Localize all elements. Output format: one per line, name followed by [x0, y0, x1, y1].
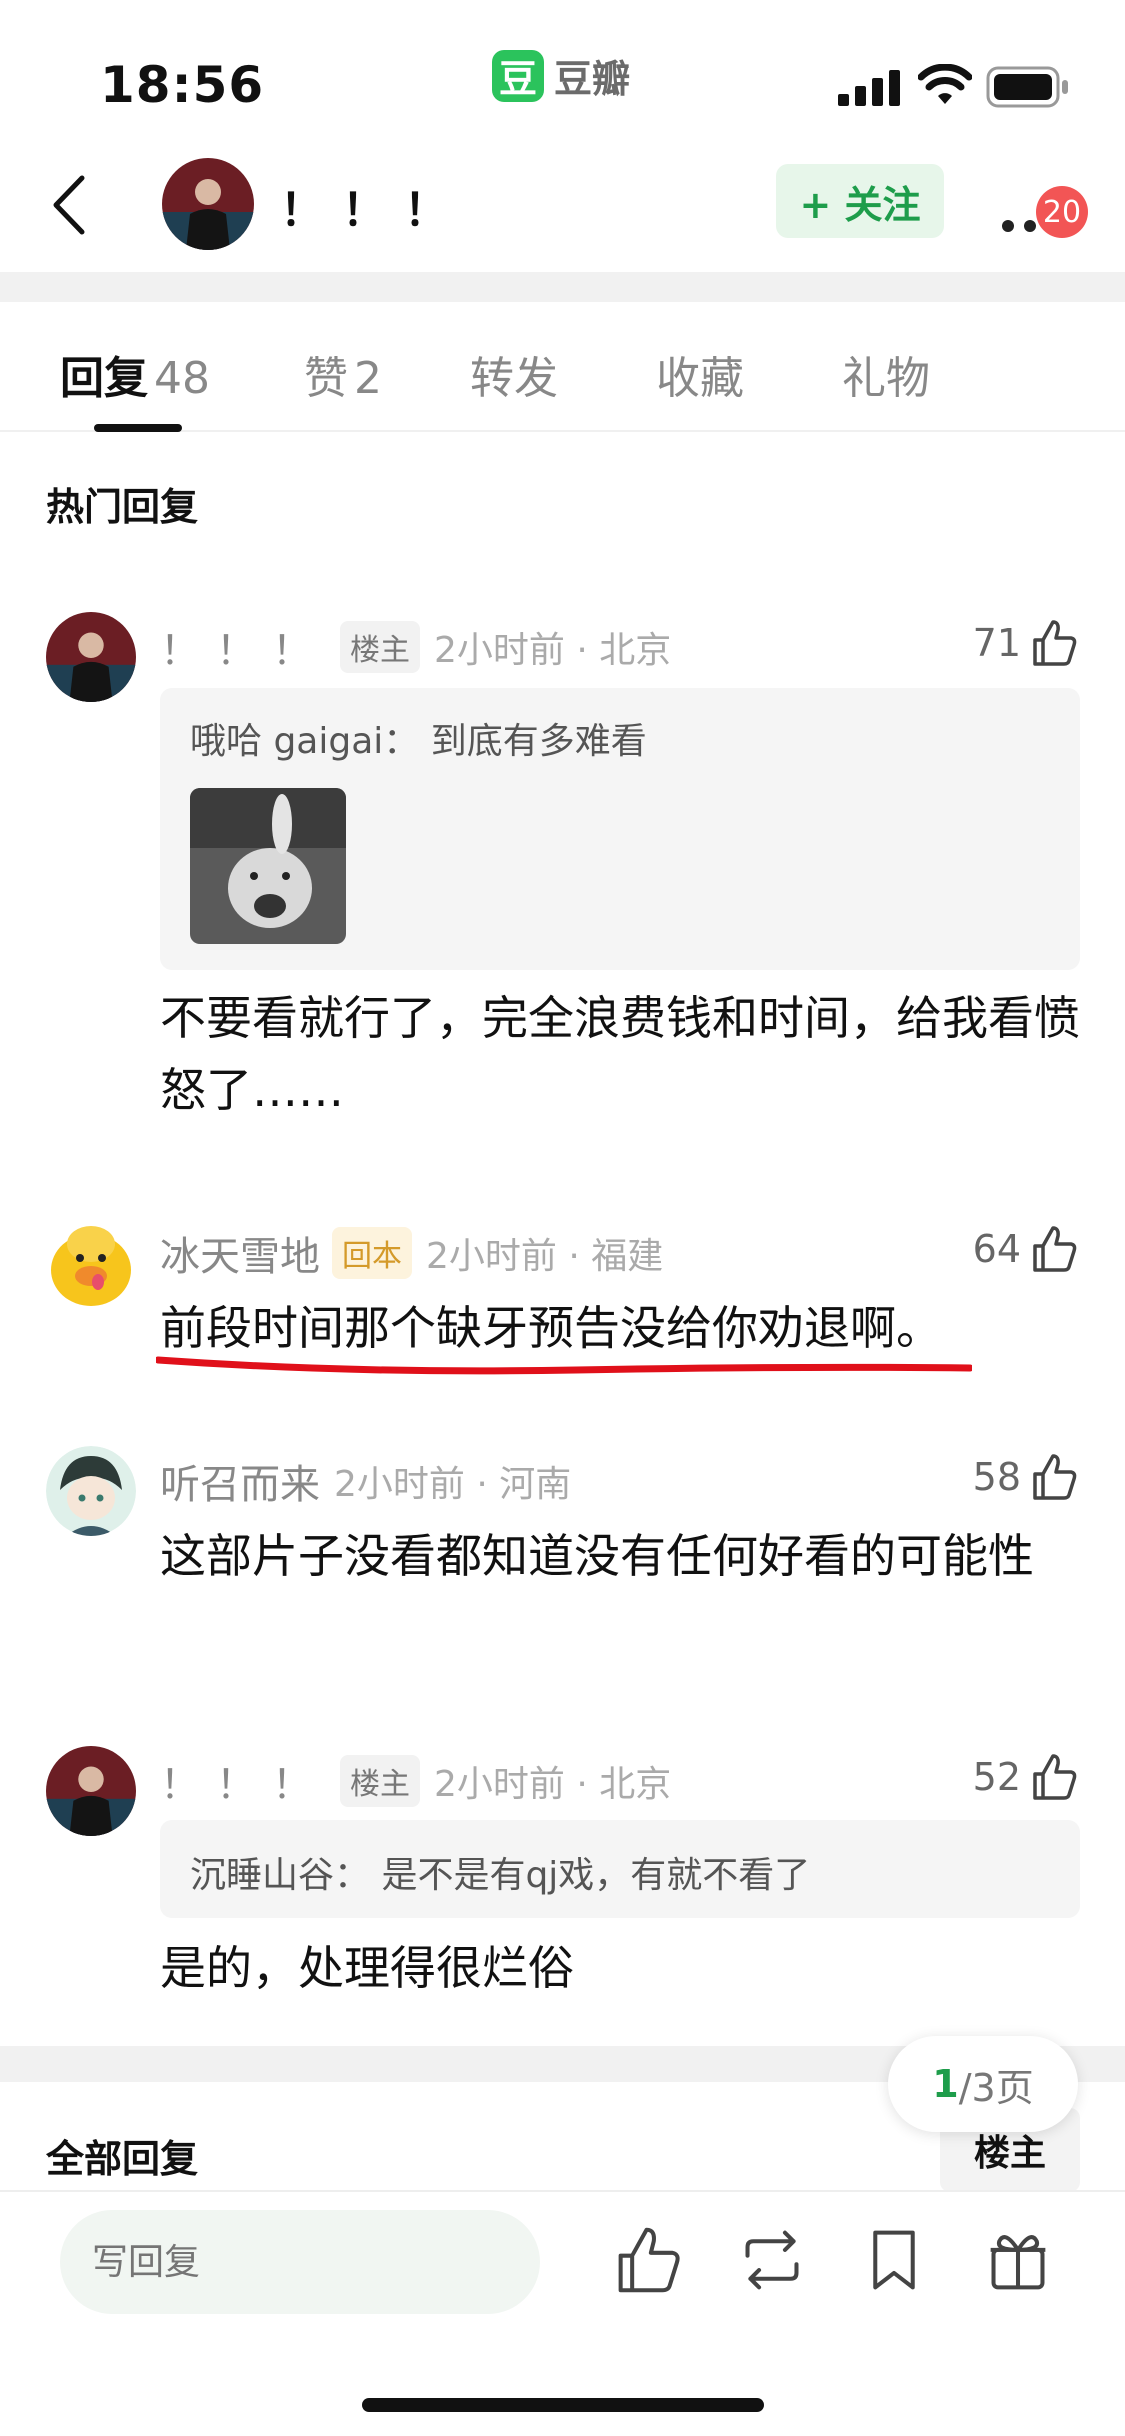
author-avatar[interactable]: [162, 158, 254, 250]
reply-input[interactable]: [60, 2210, 540, 2314]
tab-label: 收藏: [656, 353, 744, 404]
current-page: 1: [932, 2062, 959, 2106]
like-count: 71: [972, 621, 1021, 665]
home-indicator: [362, 2398, 764, 2412]
avatar[interactable]: [46, 1746, 136, 1836]
divider: [0, 272, 1125, 302]
comment-body: 是的，处理得很烂俗: [160, 1941, 574, 1995]
total-pages: /3页: [958, 2065, 1034, 2110]
comment-body: 这部片子没看都知道没有任何好看的可能性: [160, 1529, 1034, 1583]
tab-label: 转发: [470, 353, 558, 404]
comment-header: 听召而来 2小时前 · 河南: [160, 1452, 571, 1510]
comment-item: 冰天雪地 回本 2小时前 · 福建 64 前段时间那个缺牙预告没给你劝退啊。: [0, 1218, 1125, 1398]
tab-count: 48: [154, 353, 210, 404]
tab-label: 赞: [304, 353, 348, 404]
status-time: 18:56: [100, 56, 265, 114]
quoted-image[interactable]: [190, 788, 346, 944]
active-tab-indicator: [94, 424, 182, 432]
tab-replies[interactable]: 回复 48: [60, 342, 210, 406]
author-name[interactable]: ！！！: [280, 174, 466, 238]
comment-header: 冰天雪地 回本 2小时前 · 福建: [160, 1224, 663, 1282]
post-header: ！！！ + 关注 20: [0, 140, 1125, 270]
wifi-icon: [918, 64, 972, 104]
tab-count: 2: [354, 353, 382, 404]
back-icon[interactable]: [46, 170, 96, 240]
status-bar: 18:56 豆 豆瓣: [0, 0, 1125, 140]
comment-meta: 2小时前 · 北京: [434, 630, 672, 671]
app-name: 豆瓣: [554, 57, 631, 101]
page-indicator[interactable]: 1/3页: [888, 2036, 1078, 2132]
avatar[interactable]: [46, 1446, 136, 1536]
like-count: 52: [972, 1755, 1021, 1799]
tab-collections[interactable]: 收藏: [656, 342, 744, 406]
tab-reposts[interactable]: 转发: [470, 342, 558, 406]
like-button[interactable]: 64: [973, 1224, 1079, 1274]
avatar[interactable]: [46, 1218, 136, 1308]
comment-item: 听召而来 2小时前 · 河南 58 这部片子没看都知道没有任何好看的可能性: [0, 1446, 1125, 1666]
like-count: 64: [972, 1227, 1021, 1271]
quoted-reply-text: 沉睡山谷： 是不是有qj戏，有就不看了: [190, 1855, 811, 1896]
op-badge: 楼主: [340, 1755, 420, 1807]
douban-logo-icon: 豆: [492, 49, 544, 102]
quoted-reply[interactable]: 哦哈 gaigai： 到底有多难看: [160, 688, 1080, 970]
tab-label: 礼物: [842, 353, 930, 404]
thumb-up-icon: [1033, 1454, 1077, 1500]
comment-meta: 2小时前 · 福建: [426, 1236, 664, 1277]
all-replies-title: 全部回复: [46, 2137, 199, 2181]
tab-gifts[interactable]: 礼物: [842, 342, 930, 406]
quoted-reply[interactable]: 沉睡山谷： 是不是有qj戏，有就不看了: [160, 1820, 1080, 1918]
comment-username[interactable]: ！！！: [160, 1752, 328, 1810]
comment-meta: 2小时前 · 北京: [434, 1764, 672, 1805]
bookmark-icon[interactable]: [858, 2224, 930, 2296]
hot-replies-title: 热门回复: [46, 485, 199, 529]
comment-body: 不要看就行了，完全浪费钱和时间，给我看愤怒了……: [160, 991, 1080, 1117]
more-button[interactable]: 20: [996, 180, 1088, 240]
comment-username[interactable]: 听召而来: [160, 1452, 320, 1510]
comment-meta: 2小时前 · 河南: [334, 1464, 572, 1505]
avatar[interactable]: [46, 612, 136, 702]
comment-item: ！！！ 楼主 2小时前 · 北京 52 沉睡山谷： 是不是有qj戏，有就不看了 …: [0, 1746, 1125, 2026]
comment-item: ！！！ 楼主 2小时前 · 北京 71 哦哈 gaigai： 到底有多难看 不要…: [0, 612, 1125, 1132]
red-marker-underline: [156, 1356, 972, 1375]
comment-username[interactable]: ！！！: [160, 618, 328, 676]
like-button[interactable]: 71: [973, 618, 1079, 668]
like-button[interactable]: 52: [973, 1752, 1079, 1802]
battery-icon: [986, 66, 1068, 108]
bottom-action-bar: [0, 2190, 1125, 2436]
app-indicator: 豆 豆瓣: [492, 48, 630, 103]
thumb-up-icon: [1033, 1226, 1077, 1272]
tab-bar: 回复 48 赞2 转发 收藏 礼物: [0, 302, 1125, 432]
thumb-up-icon[interactable]: [612, 2224, 684, 2296]
repost-icon[interactable]: [736, 2224, 808, 2296]
thumb-up-icon: [1033, 1754, 1077, 1800]
comment-header: ！！！ 楼主 2小时前 · 北京: [160, 1752, 671, 1810]
like-count: 58: [972, 1455, 1021, 1499]
tab-label: 回复: [60, 353, 148, 404]
notification-badge: 20: [1036, 186, 1088, 238]
tab-likes[interactable]: 赞2: [304, 342, 382, 406]
comment-header: ！！！ 楼主 2小时前 · 北京: [160, 618, 671, 676]
quoted-reply-text: 哦哈 gaigai： 到底有多难看: [190, 721, 647, 762]
op-badge: 楼主: [340, 621, 420, 673]
follow-button[interactable]: + 关注: [776, 164, 944, 238]
user-badge: 回本: [332, 1227, 412, 1279]
like-button[interactable]: 58: [973, 1452, 1079, 1502]
gift-icon[interactable]: [982, 2224, 1054, 2296]
cellular-signal-icon: [838, 70, 900, 106]
comment-username[interactable]: 冰天雪地: [160, 1224, 320, 1282]
thumb-up-icon: [1033, 620, 1077, 666]
